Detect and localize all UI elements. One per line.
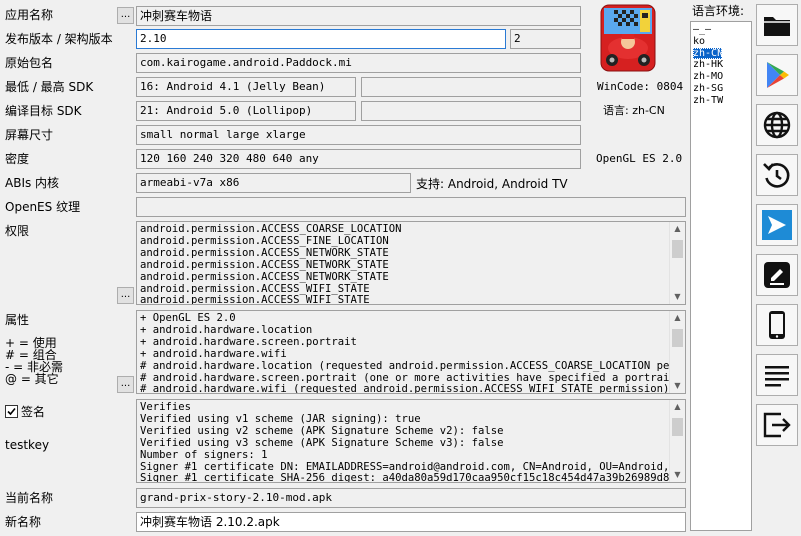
abis-label: ABIs 内核 bbox=[5, 176, 60, 190]
history-button[interactable] bbox=[756, 154, 798, 196]
screen-size-label: 屏幕尺寸 bbox=[5, 128, 54, 142]
phone-icon bbox=[769, 311, 785, 339]
feature-line: # android.hardware.location (requested a… bbox=[140, 359, 669, 372]
current-name-label: 当前名称 bbox=[5, 491, 54, 505]
version-name-field[interactable]: 2.10 bbox=[136, 29, 506, 49]
list-icon bbox=[765, 366, 789, 387]
signer-name: testkey bbox=[5, 438, 50, 452]
signature-checkbox[interactable] bbox=[5, 405, 18, 418]
supports-text: 支持: Android, Android TV bbox=[416, 177, 568, 191]
package-field[interactable]: com.kairogame.android.Paddock.mi bbox=[136, 53, 581, 73]
signature-line: Verified using v3 scheme (APK Signature … bbox=[140, 436, 504, 449]
language-item[interactable]: —_— bbox=[693, 24, 751, 36]
current-name-field[interactable]: grand-prix-story-2.10-mod.apk bbox=[136, 488, 686, 508]
opengl-es-text: OpenGL ES 2.0 bbox=[596, 152, 683, 165]
details-button[interactable] bbox=[756, 354, 798, 396]
new-name-label: 新名称 bbox=[5, 515, 42, 529]
signature-text: Verifies Verified using v1 scheme (JAR si… bbox=[140, 402, 669, 482]
open-file-button[interactable] bbox=[756, 4, 798, 46]
scroll-thumb[interactable] bbox=[672, 329, 683, 347]
feature-line: + android.hardware.screen.portrait bbox=[140, 335, 357, 348]
permissions-scrollbar[interactable]: ▲ ▼ bbox=[669, 222, 685, 304]
abis-field[interactable]: armeabi-v7a x86 bbox=[136, 173, 411, 193]
language-text: 语言: zh-CN bbox=[603, 104, 665, 117]
app-name-label: 应用名称 bbox=[5, 8, 54, 22]
export-icon bbox=[763, 412, 791, 438]
density-label: 密度 bbox=[5, 152, 30, 166]
apkpure-button[interactable] bbox=[756, 204, 798, 246]
features-text: + OpenGL ES 2.0 + android.hardware.locati… bbox=[140, 313, 669, 393]
scroll-thumb[interactable] bbox=[672, 418, 683, 436]
screen-size-field[interactable]: small normal large xlarge bbox=[136, 125, 581, 145]
feature-line: # android.hardware.wifi (requested andro… bbox=[140, 383, 669, 393]
language-item[interactable]: zh-SG bbox=[693, 83, 751, 95]
permissions-list[interactable]: android.permission.ACCESS_COARSE_LOCATIO… bbox=[136, 221, 686, 305]
signature-line: Signer #1 certificate SHA-256 digest: a4… bbox=[140, 472, 669, 482]
signature-details[interactable]: Verifies Verified using v1 scheme (JAR si… bbox=[136, 399, 686, 483]
permissions-label: 权限 bbox=[5, 224, 30, 238]
features-label: 属性 bbox=[5, 313, 30, 327]
density-field[interactable]: 120 160 240 320 480 640 any bbox=[136, 149, 581, 169]
language-item[interactable]: zh-CN bbox=[693, 47, 723, 60]
language-item[interactable]: zh-TW bbox=[693, 95, 751, 107]
scroll-thumb[interactable] bbox=[672, 240, 683, 258]
signature-line: Number of signers: 1 bbox=[140, 448, 268, 461]
permissions-text: android.permission.ACCESS_COARSE_LOCATIO… bbox=[140, 224, 669, 304]
device-button[interactable] bbox=[756, 304, 798, 346]
signature-label: 签名 bbox=[21, 405, 46, 419]
app-name-more-button[interactable]: ... bbox=[117, 7, 134, 24]
export-button[interactable] bbox=[756, 404, 798, 446]
apkpure-icon bbox=[762, 210, 792, 240]
language-list[interactable]: —_— ko zh-CN zh-HK zh-MO zh-SG zh-TW bbox=[690, 21, 752, 531]
signature-scrollbar[interactable]: ▲ ▼ bbox=[669, 400, 685, 482]
opengl-textures-label: OpenES 纹理 bbox=[5, 200, 81, 214]
edit-icon bbox=[764, 262, 790, 288]
package-label: 原始包名 bbox=[5, 56, 54, 70]
legend-other: @ = 其它 bbox=[5, 372, 59, 386]
permission-line: android.permission.ACCESS_NETWORK_STATE bbox=[140, 246, 389, 259]
version-code-field[interactable]: 2 bbox=[510, 29, 581, 49]
web-search-button[interactable] bbox=[756, 104, 798, 146]
scroll-down-icon[interactable]: ▼ bbox=[670, 468, 685, 482]
globe-icon bbox=[763, 111, 791, 139]
sdk-label: 最低 / 最高 SDK bbox=[5, 80, 94, 94]
feature-line: + android.hardware.wifi bbox=[140, 347, 287, 360]
permission-line: android.permission.ACCESS_NETWORK_STATE bbox=[140, 270, 389, 283]
target-sdk-field[interactable]: 21: Android 5.0 (Lollipop) bbox=[136, 101, 356, 121]
open-folder-icon bbox=[764, 17, 790, 36]
opengl-textures-field[interactable] bbox=[136, 197, 686, 217]
history-icon bbox=[763, 163, 790, 188]
features-scrollbar[interactable]: ▲ ▼ bbox=[669, 311, 685, 393]
scroll-down-icon[interactable]: ▼ bbox=[670, 379, 685, 393]
min-sdk-field[interactable]: 16: Android 4.1 (Jelly Bean) bbox=[136, 77, 356, 97]
target-sdk-label: 编译目标 SDK bbox=[5, 104, 82, 118]
target-sdk-extra-field[interactable] bbox=[361, 101, 581, 121]
signature-line: Verified using v2 scheme (APK Signature … bbox=[140, 424, 504, 437]
edit-button[interactable] bbox=[756, 254, 798, 296]
wincode-text: WinCode: 0804 bbox=[597, 80, 684, 93]
permission-line: android.permission.ACCESS_NETWORK_STATE bbox=[140, 258, 389, 271]
features-list[interactable]: + OpenGL ES 2.0 + android.hardware.locati… bbox=[136, 310, 686, 394]
language-item[interactable]: ko bbox=[693, 36, 751, 48]
scroll-up-icon[interactable]: ▲ bbox=[670, 222, 685, 236]
check-icon bbox=[7, 407, 16, 416]
version-label: 发布版本 / 架构版本 bbox=[5, 32, 113, 46]
scroll-up-icon[interactable]: ▲ bbox=[670, 400, 685, 414]
scroll-down-icon[interactable]: ▼ bbox=[670, 290, 685, 304]
app-name-field[interactable]: 冲刺赛车物语 bbox=[136, 6, 581, 26]
app-icon bbox=[600, 4, 656, 74]
permission-line: android.permission.ACCESS_WIFI_STATE bbox=[140, 294, 370, 304]
language-item[interactable]: zh-HK bbox=[693, 59, 751, 71]
new-name-field[interactable]: 冲刺赛车物语 2.10.2.apk bbox=[136, 512, 686, 532]
max-sdk-field[interactable] bbox=[361, 77, 581, 97]
permissions-more-button[interactable]: ... bbox=[117, 287, 134, 304]
language-env-label: 语言环境: bbox=[692, 4, 745, 18]
play-store-button[interactable] bbox=[756, 54, 798, 96]
play-store-icon bbox=[767, 62, 789, 88]
language-item[interactable]: zh-MO bbox=[693, 71, 751, 83]
features-more-button[interactable]: ... bbox=[117, 376, 134, 393]
scroll-up-icon[interactable]: ▲ bbox=[670, 311, 685, 325]
